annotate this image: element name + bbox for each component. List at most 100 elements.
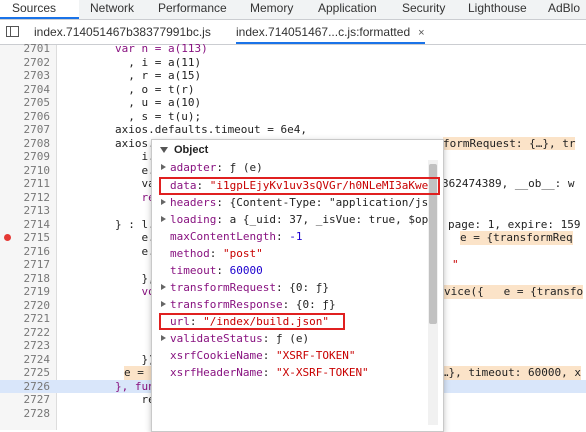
line-number[interactable]: 2715 [0, 231, 51, 245]
property-row[interactable]: loading: a {_uid: 37, _isVue: true, $opt [161, 213, 435, 226]
line-number[interactable]: 2713 [0, 204, 51, 218]
line-number[interactable]: 2725 [0, 366, 51, 380]
property-row[interactable]: xsrfHeaderName: "X-XSRF-TOKEN" [161, 366, 369, 379]
devtools-panel-tabs: Sources Network Performance Memory Appli… [0, 0, 586, 20]
property-value: "X-XSRF-TOKEN" [275, 366, 369, 379]
inline-value: e = {transformReq [460, 231, 573, 245]
code-line: var n = a(113) [62, 42, 208, 55]
expand-arrow-icon[interactable] [161, 164, 166, 170]
file-tab-original[interactable]: index.714051467b38377991bc.js [34, 20, 211, 44]
line-number[interactable]: 2721 [0, 312, 51, 326]
line-number[interactable]: 2714 [0, 218, 51, 232]
file-tab-formatted[interactable]: index.714051467...c.js:formatted × [236, 20, 425, 44]
line-number[interactable]: 2728 [0, 407, 51, 421]
expand-arrow-icon[interactable] [161, 216, 166, 222]
property-key: method [170, 247, 210, 260]
property-key: headers [170, 196, 217, 209]
line-number[interactable]: 2711 [0, 177, 51, 191]
property-key: xsrfHeaderName [170, 366, 263, 379]
close-tab-icon[interactable]: × [418, 27, 424, 39]
property-value: -1 [289, 230, 303, 243]
line-number[interactable]: 2701 [0, 42, 51, 56]
line-number[interactable]: 2722 [0, 326, 51, 340]
inline-value: " [452, 258, 459, 271]
code-line: } : l.e [62, 217, 162, 231]
property-key: transformRequest [170, 281, 276, 294]
property-row[interactable]: method: "post" [161, 247, 263, 260]
expand-arrow-icon[interactable] [161, 335, 166, 341]
annotation-box-data [159, 177, 440, 195]
property-key: maxContentLength [170, 230, 276, 243]
tab-adblock[interactable]: AdBlo [548, 0, 580, 19]
line-number[interactable]: 2706 [0, 110, 51, 124]
property-value: {0: ƒ} [289, 281, 329, 294]
expand-arrow-icon[interactable] [161, 199, 166, 205]
property-value: ƒ (e) [275, 332, 310, 345]
tab-memory[interactable]: Memory [250, 0, 293, 19]
tab-sources[interactable]: Sources [0, 0, 79, 19]
toggle-navigator-icon[interactable] [6, 26, 19, 37]
property-row[interactable]: headers: {Content-Type: "application/js [161, 196, 428, 209]
tab-application[interactable]: Application [318, 0, 377, 19]
expand-arrow-icon[interactable] [161, 301, 166, 307]
line-number[interactable]: 2716 [0, 245, 51, 259]
property-key: timeout [170, 264, 217, 277]
line-number[interactable]: 2718 [0, 272, 51, 286]
annotation-box-url [159, 313, 345, 330]
property-row[interactable]: transformResponse: {0: ƒ} [161, 298, 336, 311]
code-line: , r = a(15) [62, 69, 202, 82]
code-line: , u = a(10) [62, 96, 202, 109]
property-row[interactable]: adapter: ƒ (e) [161, 161, 263, 174]
code-line: , o = t(r) [62, 82, 195, 96]
line-number[interactable]: 2703 [0, 69, 51, 83]
property-row[interactable]: timeout: 60000 [161, 264, 263, 277]
inline-value: page: 1, expire: 159 [448, 217, 581, 231]
line-number[interactable]: 2705 [0, 96, 51, 110]
code-line: , s = t(u); [62, 109, 202, 123]
property-key: adapter [170, 161, 217, 174]
property-value: "post" [223, 247, 263, 260]
tab-security[interactable]: Security [402, 0, 445, 19]
line-number[interactable]: 2709 [0, 150, 51, 164]
property-row[interactable]: maxContentLength: -1 [161, 230, 302, 243]
tab-performance[interactable]: Performance [158, 0, 227, 19]
inline-value: 362474389, __ob__: w [442, 177, 575, 190]
inline-value: vice({ e = {transfo [444, 285, 584, 299]
line-number[interactable]: 2720 [0, 299, 51, 313]
expand-arrow-icon[interactable] [161, 284, 166, 290]
popover-scrollbar[interactable] [428, 160, 438, 425]
line-number[interactable]: 2719 [0, 285, 51, 299]
line-number[interactable]: 2727 [0, 393, 51, 407]
inline-value: formRequest: {…}, tr [443, 136, 576, 150]
property-value: a {_uid: 37, _isVue: true, $opt [229, 213, 435, 226]
line-number[interactable]: 2710 [0, 164, 51, 178]
line-number[interactable]: 2726 [0, 380, 51, 394]
object-preview-popover[interactable]: Object adapter: ƒ (e) data: "i1gpLEjyKv1… [151, 139, 444, 432]
line-number[interactable]: 2707 [0, 123, 51, 137]
popover-title: Object [174, 144, 209, 156]
line-number[interactable]: 2702 [0, 56, 51, 70]
property-value: 60000 [229, 264, 263, 277]
code-line: axios.defaults.timeout = 6e4, [62, 123, 308, 136]
code-line: , i = a(11) [62, 55, 202, 69]
property-value: "XSRF-TOKEN" [275, 349, 356, 362]
tab-lighthouse[interactable]: Lighthouse [468, 0, 527, 19]
file-tab-formatted-label: index.714051467...c.js:formatted [236, 25, 411, 39]
line-number[interactable]: 2724 [0, 353, 51, 367]
line-number[interactable]: 2712 [0, 191, 51, 205]
property-value: {Content-Type: "application/js [229, 196, 429, 209]
tab-network[interactable]: Network [90, 0, 134, 19]
property-key: xsrfCookieName [170, 349, 263, 362]
code-line: }, [62, 271, 155, 285]
property-row[interactable]: xsrfCookieName: "XSRF-TOKEN" [161, 349, 355, 362]
line-number[interactable]: 2723 [0, 339, 51, 353]
property-value: ƒ (e) [229, 161, 263, 174]
property-row[interactable]: validateStatus: ƒ (e) [161, 332, 309, 345]
property-row[interactable]: transformRequest: {0: ƒ} [161, 281, 329, 294]
line-number[interactable]: 2708 [0, 137, 51, 151]
line-number[interactable]: 2704 [0, 83, 51, 97]
line-number[interactable]: 2717 [0, 258, 51, 272]
expand-triangle-icon[interactable] [160, 147, 168, 153]
property-key: validateStatus [170, 332, 263, 345]
property-key: loading [170, 213, 217, 226]
